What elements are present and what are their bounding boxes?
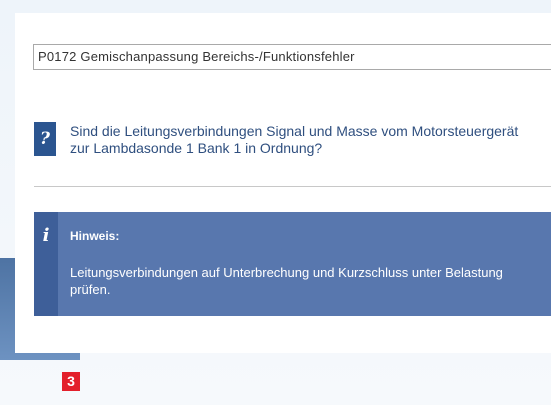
- note-text: Leitungsverbindungen auf Unterbrechung u…: [70, 265, 503, 297]
- note-icon-strip: i: [34, 212, 58, 316]
- note-title: Hinweis:: [70, 229, 120, 243]
- info-icon: i: [42, 225, 50, 246]
- note-box: i Hinweis: Leitungsverbindungen auf Unte…: [34, 212, 551, 316]
- step-number-badge: 3: [62, 372, 80, 391]
- question-icon: ?: [34, 122, 56, 156]
- fault-code-field: P0172 Gemischanpassung Bereichs-/Funktio…: [33, 44, 551, 70]
- question-text: Sind die Leitungsverbindungen Signal und…: [70, 123, 519, 156]
- divider: [34, 186, 551, 187]
